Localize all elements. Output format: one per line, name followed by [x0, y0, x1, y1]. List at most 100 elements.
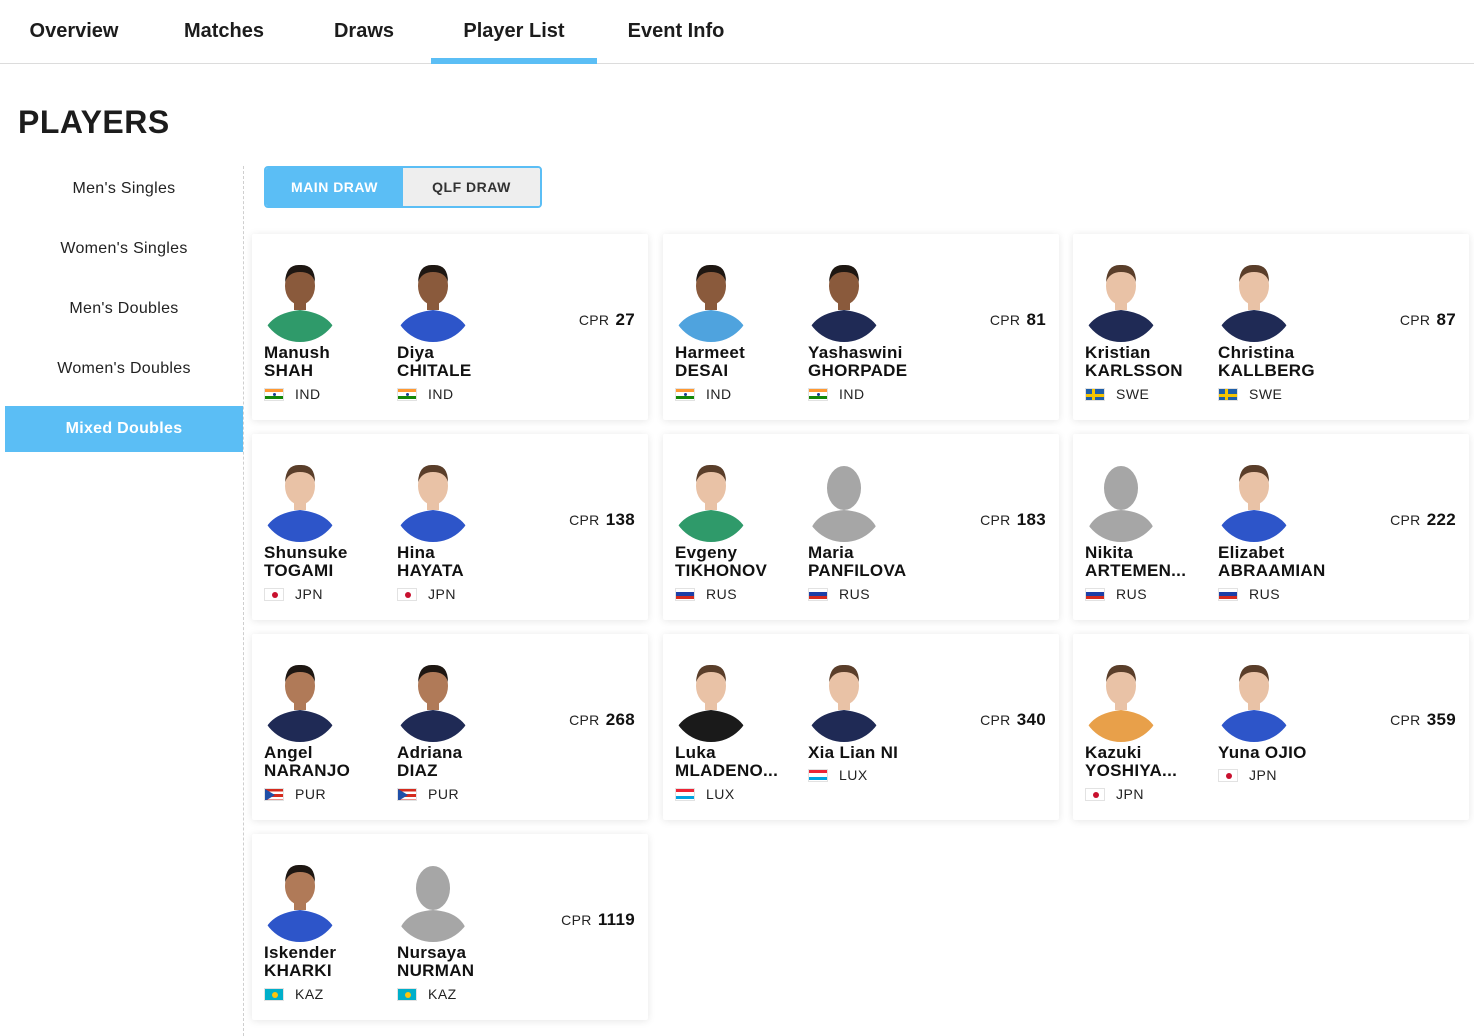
- qlf-draw-button[interactable]: QLF DRAW: [403, 168, 540, 206]
- country-code: JPN: [295, 586, 323, 602]
- country-code: JPN: [1249, 767, 1277, 783]
- player-nationality: LUX: [675, 786, 735, 802]
- pair-card[interactable]: Manush SHAH IND Diya CHITALE IND CPR 27: [252, 234, 648, 420]
- player-avatar: [260, 256, 340, 342]
- cpr-label: CPR: [561, 912, 592, 928]
- country-flag-icon: [264, 787, 284, 801]
- sidebar-item-mens-doubles[interactable]: Men's Doubles: [5, 286, 243, 332]
- player-last-name: DESAI: [675, 362, 729, 380]
- player-name[interactable]: Iskender KHARKI: [264, 944, 392, 980]
- cpr-ranking: CPR 183: [980, 510, 1046, 530]
- cpr-label: CPR: [1390, 512, 1421, 528]
- player-name[interactable]: Yashaswini GHORPADE: [808, 344, 936, 380]
- cpr-ranking: CPR 359: [1390, 710, 1456, 730]
- player-avatar: [1081, 256, 1161, 342]
- player-last-name: PANFILOVA: [808, 562, 907, 580]
- player-avatar: [671, 656, 751, 742]
- player-name[interactable]: Evgeny TIKHONOV: [675, 544, 803, 580]
- player-nationality: KAZ: [397, 986, 457, 1002]
- player-first-name: Nikita: [1085, 544, 1134, 562]
- player-first-name: Iskender: [264, 944, 337, 962]
- sidebar-item-mens-singles[interactable]: Men's Singles: [5, 166, 243, 212]
- player-first-name: Evgeny: [675, 544, 738, 562]
- tab-overview[interactable]: Overview: [14, 0, 134, 63]
- country-code: PUR: [428, 786, 460, 802]
- cpr-label: CPR: [569, 512, 600, 528]
- player-nationality: IND: [675, 386, 732, 402]
- player-name[interactable]: Hina HAYATA: [397, 544, 525, 580]
- country-code: JPN: [1116, 786, 1144, 802]
- player-name[interactable]: Diya CHITALE: [397, 344, 525, 380]
- player-avatar: [804, 656, 884, 742]
- pair-card[interactable]: Kristian KARLSSON SWE Christina KALLBERG SWE C…: [1073, 234, 1469, 420]
- player-name[interactable]: Yuna OJIO: [1218, 744, 1346, 762]
- sidebar-item-mixed-doubles[interactable]: Mixed Doubles: [5, 406, 243, 452]
- cpr-ranking: CPR 340: [980, 710, 1046, 730]
- player-avatar: [260, 456, 340, 542]
- pair-card[interactable]: Kazuki YOSHIYA... JPN Yuna OJIO JPN CPR 359: [1073, 634, 1469, 820]
- country-code: KAZ: [428, 986, 457, 1002]
- pair-card[interactable]: Angel NARANJO PUR Adriana DIAZ PUR CPR 268: [252, 634, 648, 820]
- tab-player-list[interactable]: Player List: [431, 0, 597, 64]
- cpr-value: 81: [1026, 310, 1046, 329]
- cpr-value: 340: [1016, 710, 1046, 729]
- sidebar-divider: [243, 166, 244, 1036]
- pair-card[interactable]: Harmeet DESAI IND Yashaswini GHORPADE IND CPR …: [663, 234, 1059, 420]
- player-name[interactable]: Kristian KARLSSON: [1085, 344, 1213, 380]
- player-name[interactable]: Nikita ARTEMEN...: [1085, 544, 1213, 580]
- player-nationality: JPN: [1218, 767, 1277, 783]
- player-last-name: SHAH: [264, 362, 314, 380]
- tab-event-info[interactable]: Event Info: [616, 0, 736, 63]
- country-flag-icon: [675, 587, 695, 601]
- player-name[interactable]: Nursaya NURMAN: [397, 944, 525, 980]
- player-name[interactable]: Harmeet DESAI: [675, 344, 803, 380]
- player-last-name: TIKHONOV: [675, 562, 768, 580]
- sidebar-item-womens-singles[interactable]: Women's Singles: [5, 226, 243, 272]
- cpr-value: 87: [1436, 310, 1456, 329]
- player-first-name: Hina: [397, 544, 436, 562]
- player-last-name: KALLBERG: [1218, 362, 1315, 380]
- player-name[interactable]: Angel NARANJO: [264, 744, 392, 780]
- player-first-name: Maria: [808, 544, 854, 562]
- cpr-label: CPR: [1399, 312, 1431, 328]
- country-flag-icon: [264, 987, 284, 1001]
- country-flag-icon: [675, 387, 695, 401]
- player-name[interactable]: Adriana DIAZ: [397, 744, 525, 780]
- player-nationality: RUS: [808, 586, 870, 602]
- tab-matches[interactable]: Matches: [164, 0, 284, 63]
- player-nationality: PUR: [264, 786, 326, 802]
- player-name[interactable]: Kazuki YOSHIYA...: [1085, 744, 1213, 780]
- player-first-name: Elizabet: [1218, 544, 1285, 562]
- main-draw-button[interactable]: MAIN DRAW: [266, 168, 403, 206]
- player-first-name: Luka: [675, 744, 716, 762]
- pair-card[interactable]: Shunsuke TOGAMI JPN Hina HAYATA JPN CPR 138: [252, 434, 648, 620]
- player-avatar: [260, 656, 340, 742]
- player-name[interactable]: Elizabet ABRAAMIAN: [1218, 544, 1346, 580]
- player-name[interactable]: Xia Lian NI: [808, 744, 936, 762]
- player-first-name: Shunsuke: [264, 544, 348, 562]
- player-nationality: SWE: [1218, 386, 1282, 402]
- tab-draws[interactable]: Draws: [304, 0, 424, 63]
- player-nationality: IND: [264, 386, 321, 402]
- country-code: LUX: [706, 786, 735, 802]
- pair-card[interactable]: Iskender KHARKI KAZ Nursaya NURMAN KAZ CPR 111…: [252, 834, 648, 1020]
- player-first-name: Diya: [397, 344, 435, 362]
- player-name[interactable]: Shunsuke TOGAMI: [264, 544, 392, 580]
- player-last-name: ARTEMEN...: [1085, 562, 1187, 580]
- player-avatar: [1214, 656, 1294, 742]
- pair-card[interactable]: Evgeny TIKHONOV RUS Maria PANFILOVA RUS CPR 18…: [663, 434, 1059, 620]
- pair-card[interactable]: Nikita ARTEMEN... RUS Elizabet ABRAAMIAN RUS C…: [1073, 434, 1469, 620]
- country-code: LUX: [839, 767, 868, 783]
- player-name[interactable]: Christina KALLBERG: [1218, 344, 1346, 380]
- player-avatar: [804, 456, 884, 542]
- pair-card[interactable]: Luka MLADENO... LUX Xia Lian NI LUX CPR 340: [663, 634, 1059, 820]
- sidebar-item-womens-doubles[interactable]: Women's Doubles: [5, 346, 243, 392]
- player-name[interactable]: Luka MLADENO...: [675, 744, 803, 780]
- cpr-value: 27: [615, 310, 635, 329]
- player-first-name: Manush: [264, 344, 331, 362]
- country-flag-icon: [675, 787, 695, 801]
- player-name[interactable]: Maria PANFILOVA: [808, 544, 936, 580]
- player-nationality: RUS: [675, 586, 737, 602]
- player-first-name: Adriana: [397, 744, 463, 762]
- player-name[interactable]: Manush SHAH: [264, 344, 392, 380]
